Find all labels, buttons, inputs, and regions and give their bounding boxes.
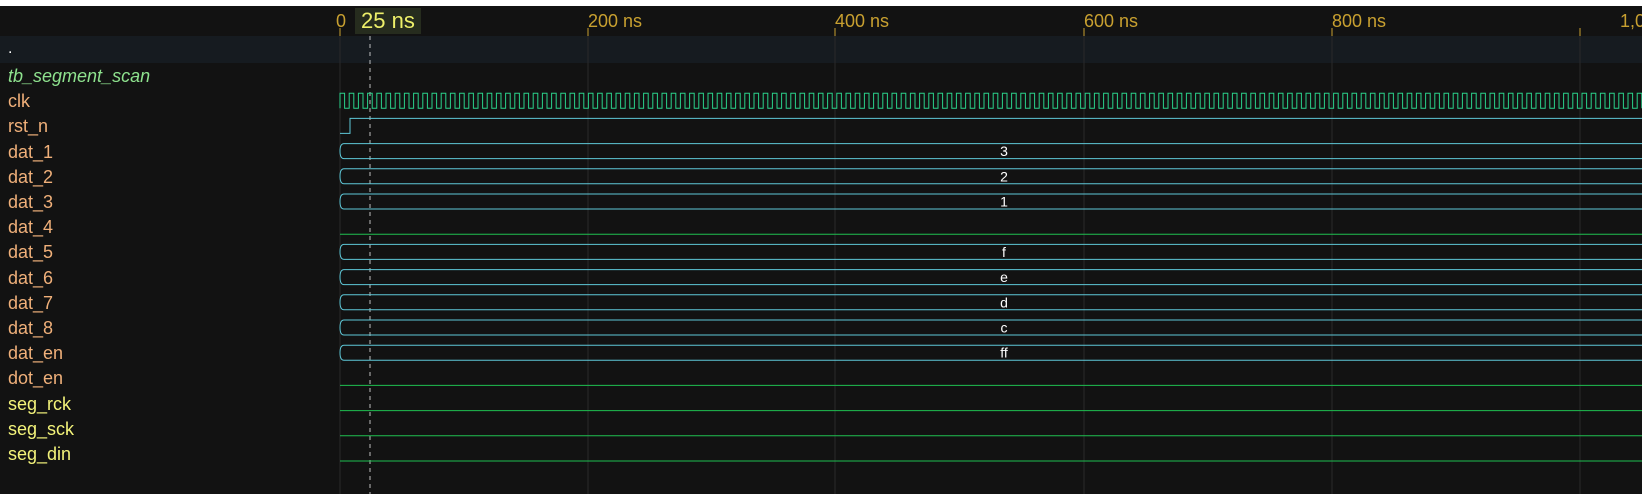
signal-name-seg_rck[interactable]: seg_rck [8,391,71,417]
signal-name-dat_7[interactable]: dat_7 [8,290,53,316]
wave-dat_5 [339,243,1642,260]
wave-dat_2 [339,168,1642,185]
wave-rst_n [340,117,1642,134]
signal-name-dat_8[interactable]: dat_8 [8,315,53,341]
signal-name-dat_4[interactable]: dat_4 [8,214,53,240]
wave-dat_3 [339,193,1642,210]
signal-name-dat_1[interactable]: dat_1 [8,139,53,165]
waveform-canvas[interactable]: 3 2 1 fedc ff [0,0,1642,494]
waveform-viewer[interactable]: 0 25 ns 200 ns 400 ns 600 ns 800 ns 1,0 … [0,0,1642,494]
wave-value-dat_2: 2 [1000,168,1008,184]
wave-dat_1 [339,143,1642,160]
signal-name-dot_en[interactable]: dot_en [8,365,63,391]
signal-name-rst_n[interactable]: rst_n [8,113,48,139]
wave-value-dat_5: f [1002,244,1006,260]
signal-name-dat_5[interactable]: dat_5 [8,239,53,265]
wave-value-dat_en: ff [1000,345,1008,361]
wave-dat_6 [339,269,1642,286]
wave-value-dat_3: 1 [1000,194,1008,210]
signal-name-seg_din[interactable]: seg_din [8,441,71,467]
wave-dat_7 [339,294,1642,311]
signal-name-dat_3[interactable]: dat_3 [8,189,53,215]
wave-value-dat_7: d [1000,294,1008,310]
wave-value-dat_8: c [1001,320,1008,336]
signal-name-dat_en[interactable]: dat_en [8,340,63,366]
signal-name-seg_sck[interactable]: seg_sck [8,416,74,442]
wave-dat_8 [339,319,1642,336]
signal-name-clk[interactable]: clk [8,88,30,114]
signal-name-dat_2[interactable]: dat_2 [8,164,53,190]
wave-dat_en [339,344,1642,361]
wave-clk [339,92,1642,109]
wave-value-dat_6: e [1000,269,1008,285]
signal-name-tb_segment_scan[interactable]: tb_segment_scan [8,63,150,89]
signal-name-dat_6[interactable]: dat_6 [8,265,53,291]
wave-value-dat_1: 3 [1000,143,1008,159]
